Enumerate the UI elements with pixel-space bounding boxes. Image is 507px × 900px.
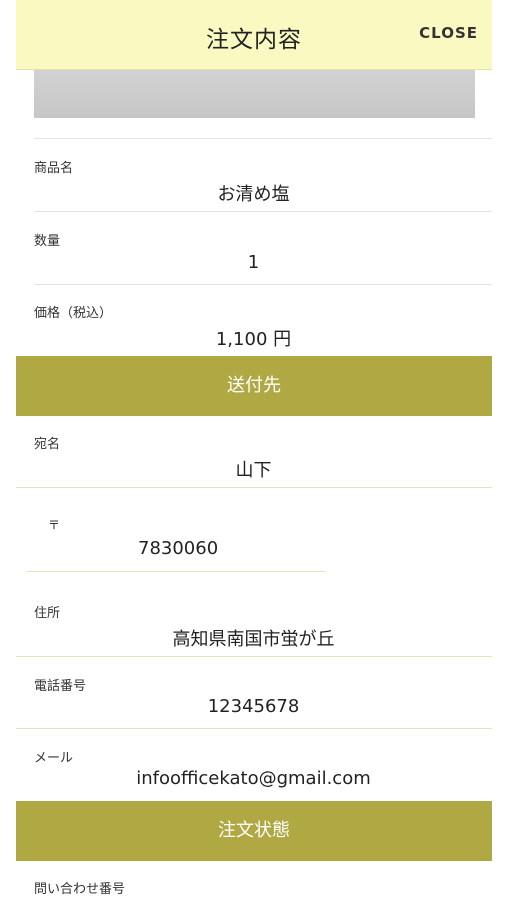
address-value: 高知県南国市蛍が丘 [172, 629, 335, 650]
order-status-section-header: 注文状態 [16, 801, 492, 861]
phone-label: 電話番号 [34, 679, 87, 694]
address-label: 住所 [34, 606, 61, 621]
email-value: infoofficekato@gmail.com [136, 768, 371, 789]
postal-code-label: 〒 [48, 518, 61, 532]
inquiry-number-label: 問い合わせ番号 [34, 882, 126, 897]
modal-header: 注文内容 CLOSE [16, 0, 492, 70]
divider [16, 728, 492, 729]
recipient-value: 山下 [235, 460, 272, 481]
divider [34, 138, 492, 139]
divider [34, 284, 492, 285]
recipient-label: 宛名 [34, 437, 61, 452]
order-detail-page: 注文内容 CLOSE 商品名 お清め塩 数量 1 価格（税込） 1,100 円 … [0, 0, 507, 900]
divider [16, 487, 492, 488]
price-value: 1,100 円 [215, 329, 292, 350]
product-name-value: お清め塩 [217, 184, 290, 205]
quantity-value: 1 [247, 252, 260, 273]
email-label: メール [34, 751, 74, 766]
postal-code-value: 7830060 [138, 538, 219, 559]
product-image [34, 70, 475, 118]
quantity-label: 数量 [34, 234, 61, 249]
phone-value: 12345678 [207, 696, 300, 717]
divider [16, 656, 492, 657]
close-button[interactable]: CLOSE [419, 24, 478, 42]
shipping-section-header: 送付先 [16, 356, 492, 416]
divider [34, 211, 492, 212]
product-name-label: 商品名 [34, 161, 74, 176]
price-label: 価格（税込） [34, 306, 113, 321]
postal-code-underline [26, 571, 326, 572]
